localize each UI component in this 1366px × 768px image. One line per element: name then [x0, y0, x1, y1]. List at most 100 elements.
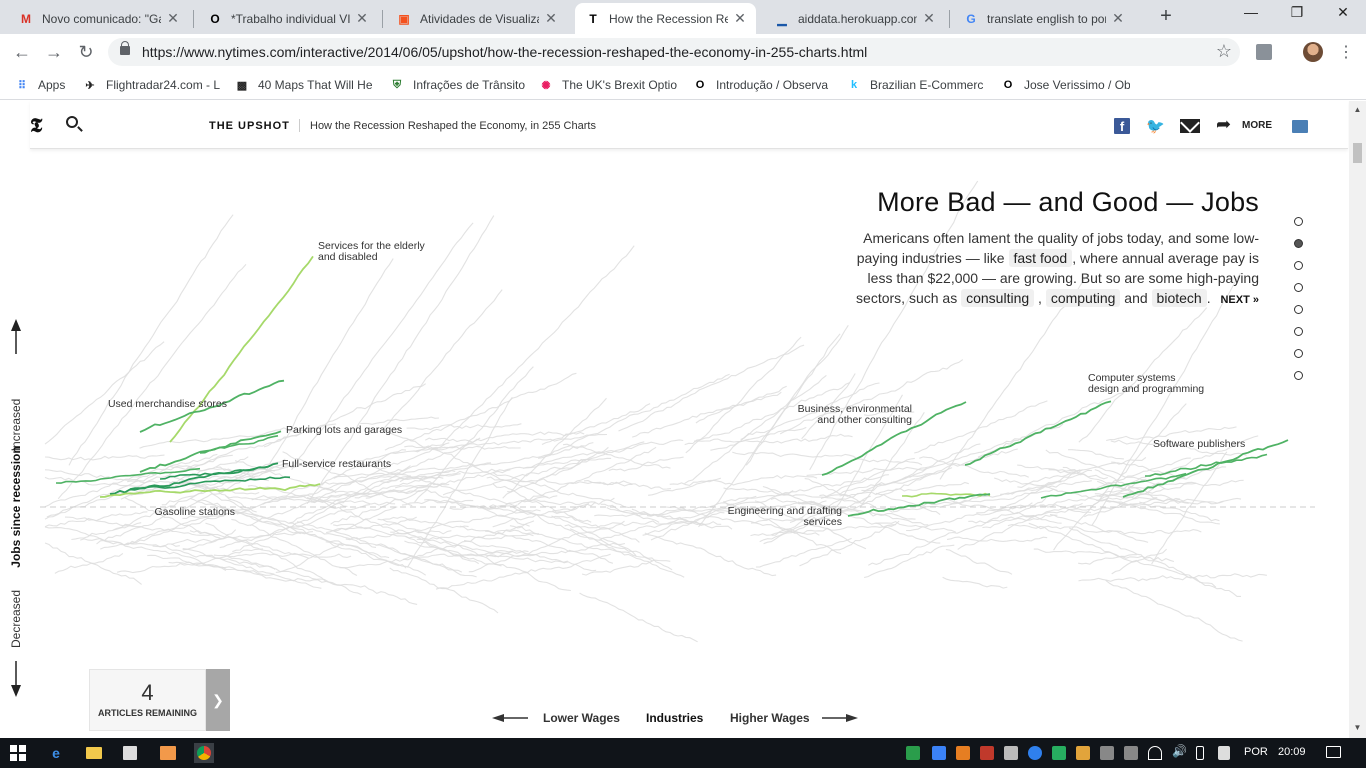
app-tray-icon[interactable] — [1076, 746, 1090, 760]
next-button[interactable]: NEXT » — [1220, 294, 1259, 306]
wifi-icon[interactable] — [1148, 746, 1162, 760]
volume-icon[interactable]: 🔊 — [1172, 744, 1187, 758]
background-series-line — [68, 214, 234, 466]
tab-title: translate english to por — [987, 11, 1106, 26]
observable-icon: O — [695, 79, 705, 91]
close-window-button[interactable]: ✕ — [1328, 4, 1358, 26]
address-bar[interactable]: https://www.nytimes.com/interactive/2014… — [108, 38, 1240, 66]
security-icon[interactable] — [906, 746, 920, 760]
bookmark-item[interactable]: ⠿ Apps — [14, 76, 74, 94]
save-folder-icon[interactable] — [1292, 120, 1308, 133]
chevron-right-icon[interactable]: ❯ — [206, 669, 230, 731]
chip-consulting[interactable]: consulting — [961, 289, 1035, 307]
background-series-line — [171, 531, 313, 546]
scroll-up-arrow-icon[interactable]: ▲ — [1353, 105, 1362, 114]
tab-separator — [193, 10, 194, 28]
battery-icon[interactable] — [1196, 746, 1204, 760]
app-tray-icon[interactable] — [1052, 746, 1066, 760]
industry-label-line: Software publishers — [1153, 438, 1245, 450]
step-dot[interactable] — [1294, 239, 1303, 248]
profile-avatar[interactable] — [1303, 42, 1323, 62]
step-dot[interactable] — [1294, 217, 1303, 226]
header-divider — [299, 119, 300, 132]
file-explorer-icon[interactable] — [84, 743, 104, 763]
search-icon[interactable] — [66, 116, 78, 128]
chip-fast-food[interactable]: fast food — [1008, 249, 1073, 267]
step-dot[interactable] — [1294, 327, 1303, 336]
language-indicator[interactable]: POR — [1244, 746, 1268, 758]
background-series-line — [182, 548, 275, 575]
notifications-icon[interactable] — [1326, 746, 1341, 758]
app-tray-icon[interactable] — [1004, 746, 1018, 760]
bookmark-item[interactable]: ▩ 40 Maps That Will He — [234, 76, 379, 94]
close-tab-icon[interactable]: ✕ — [354, 10, 370, 27]
chrome-taskbar-icon[interactable] — [194, 743, 214, 763]
highlight-series-line[interactable] — [169, 255, 314, 443]
section-name[interactable]: THE UPSHOT — [209, 120, 290, 132]
chip-biotech[interactable]: biotech — [1151, 289, 1207, 307]
browser-tab[interactable]: O *Trabalho individual VIS ✕ — [197, 3, 378, 34]
browser-tab[interactable]: ▣ Atividades de Visualizaç ✕ — [386, 3, 567, 34]
browser-tab[interactable]: ▁ aiddata.herokuapp.com ✕ — [764, 3, 945, 34]
media-player-icon[interactable] — [158, 743, 178, 763]
chip-computing[interactable]: computing — [1045, 289, 1121, 307]
browser-tab[interactable]: T How the Recession Resh ✕ — [575, 3, 756, 34]
step-dot[interactable] — [1294, 371, 1303, 380]
dropbox-icon[interactable] — [932, 746, 946, 760]
twitter-icon[interactable]: 🐦 — [1146, 117, 1165, 135]
bluetooth-icon[interactable] — [1028, 746, 1042, 760]
step-dot[interactable] — [1294, 283, 1303, 292]
close-tab-icon[interactable]: ✕ — [921, 10, 937, 27]
app-tray-icon[interactable] — [1124, 746, 1138, 760]
browser-tab[interactable]: Gtranslate english to por ✕ — [953, 3, 1134, 34]
new-tab-button[interactable]: + — [1156, 6, 1176, 26]
highlight-series-line[interactable] — [139, 430, 282, 473]
windows-start-icon[interactable] — [10, 745, 26, 761]
menu-dots-icon[interactable]: ⋮ — [1338, 42, 1354, 62]
app-tray-icon[interactable] — [1100, 746, 1114, 760]
step-dot[interactable] — [1294, 305, 1303, 314]
close-tab-icon[interactable]: ✕ — [1110, 10, 1126, 27]
share-arrow-icon[interactable]: ➦ — [1216, 114, 1231, 135]
step-dot[interactable] — [1294, 349, 1303, 358]
page-scrollbar[interactable]: ▲ ▼ — [1349, 101, 1366, 738]
close-tab-icon[interactable]: ✕ — [165, 10, 181, 27]
background-series-line — [389, 567, 499, 614]
bookmark-item[interactable]: ✈ Flightradar24.com - L — [82, 76, 222, 94]
back-button[interactable]: ← — [10, 40, 34, 64]
bookmark-item[interactable]: O Introdução / Observa — [692, 76, 837, 94]
background-series-line — [517, 446, 657, 506]
close-tab-icon[interactable]: ✕ — [543, 10, 559, 27]
bookmark-item[interactable]: k Brazilian E-Commerc — [846, 76, 991, 94]
app-tray-icon[interactable] — [980, 746, 994, 760]
reload-button[interactable]: ↻ — [74, 40, 98, 64]
bookmark-item[interactable]: ✺ The UK's Brexit Optio — [538, 76, 683, 94]
bookmark-star-icon[interactable]: ☆ — [1216, 41, 1232, 62]
edge-icon[interactable]: e — [46, 743, 66, 763]
tab-title: *Trabalho individual VIS — [231, 11, 350, 26]
nyt-logo-icon[interactable]: 𝕿 — [30, 113, 42, 137]
keyboard-icon[interactable] — [1218, 746, 1230, 760]
facebook-icon[interactable]: f — [1114, 118, 1130, 134]
clock[interactable]: 20:09 — [1278, 746, 1306, 758]
store-icon[interactable] — [120, 743, 140, 763]
email-icon[interactable] — [1180, 119, 1200, 133]
more-share-button[interactable]: MORE — [1242, 120, 1272, 131]
background-series-line — [250, 442, 450, 527]
scroll-down-arrow-icon[interactable]: ▼ — [1353, 723, 1362, 732]
counter-box[interactable]: 4 ARTICLES REMAINING — [89, 669, 206, 731]
scroll-thumb[interactable] — [1353, 143, 1362, 163]
app-tray-icon[interactable] — [956, 746, 970, 760]
minimize-button[interactable]: — — [1236, 4, 1266, 26]
browser-tab[interactable]: M Novo comunicado: "Ga ✕ — [8, 3, 189, 34]
close-tab-icon[interactable]: ✕ — [732, 10, 748, 27]
bookmarks-bar: ⠿ Apps ✈ Flightradar24.com - L ▩ 40 Maps That… — [0, 70, 1366, 100]
traffic-icon: ⛨ — [392, 78, 402, 91]
article-title: How the Recession Reshaped the Economy, … — [310, 120, 596, 132]
forward-button[interactable]: → — [42, 40, 66, 64]
bookmark-item[interactable]: O Jose Verissimo / Obs — [1000, 76, 1130, 94]
bookmark-item[interactable]: ⛨ Infrações de Trânsito — [389, 76, 529, 94]
maximize-button[interactable]: ❐ — [1282, 4, 1312, 26]
extension-icon[interactable] — [1256, 44, 1272, 60]
step-dot[interactable] — [1294, 261, 1303, 270]
